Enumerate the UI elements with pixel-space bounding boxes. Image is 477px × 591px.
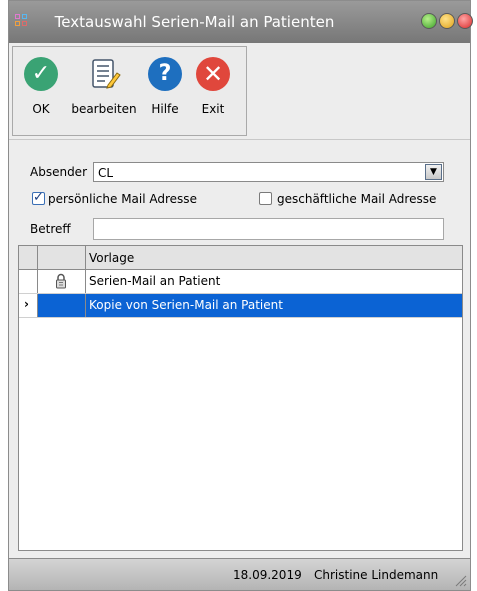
status-bar: 18.09.2019 Christine Lindemann (9, 558, 470, 590)
toolbar-separator (9, 139, 470, 140)
checkmark-icon: ✓ (24, 57, 58, 91)
row-template-name: Serien-Mail an Patient (89, 274, 221, 288)
help-label: Hilfe (151, 102, 179, 116)
business-mail-checkbox[interactable] (259, 192, 272, 205)
table-row[interactable]: › Kopie von Serien-Mail an Patient (19, 294, 462, 318)
edit-document-icon (87, 57, 121, 91)
dialog-window: Textauswahl Serien-Mail an Patienten ✓ O… (8, 0, 473, 591)
status-user: Christine Lindemann (314, 568, 439, 582)
help-button[interactable]: ? Hilfe (143, 47, 187, 135)
business-mail-label[interactable]: geschäftliche Mail Adresse (277, 192, 436, 206)
toolbar: ✓ OK bearbeiten ? Hilfe ✕ Exit (12, 46, 247, 136)
subject-input[interactable] (93, 218, 444, 240)
window-title: Textauswahl Serien-Mail an Patienten (54, 13, 335, 31)
exit-button[interactable]: ✕ Exit (191, 47, 235, 135)
sender-select[interactable]: CL ▼ (93, 162, 444, 182)
resize-grip-icon[interactable] (453, 573, 467, 587)
maximize-button[interactable] (421, 13, 437, 29)
status-date: 18.09.2019 (233, 568, 302, 582)
table-header: Vorlage (19, 246, 462, 270)
close-button[interactable] (457, 13, 473, 29)
question-icon: ? (148, 57, 182, 91)
exit-label: Exit (201, 102, 225, 116)
row-indicator-icon: › (24, 297, 29, 311)
personal-mail-label[interactable]: persönliche Mail Adresse (48, 192, 197, 206)
sender-label: Absender (30, 165, 87, 179)
chevron-down-icon[interactable]: ▼ (425, 164, 442, 180)
edit-label: bearbeiten (71, 102, 137, 116)
row-template-name: Kopie von Serien-Mail an Patient (89, 298, 283, 312)
template-table[interactable]: Vorlage Serien-Mail an Patient › Kopie v… (18, 245, 463, 551)
lock-icon (55, 273, 67, 292)
edit-button[interactable]: bearbeiten (69, 47, 139, 135)
subject-label: Betreff (30, 222, 71, 236)
table-row[interactable]: Serien-Mail an Patient (19, 270, 462, 294)
column-header-template[interactable]: Vorlage (89, 251, 134, 265)
ok-button[interactable]: ✓ OK (17, 47, 65, 135)
sender-value: CL (98, 166, 114, 180)
personal-mail-checkbox[interactable] (32, 190, 45, 205)
minimize-button[interactable] (439, 13, 455, 29)
ok-label: OK (32, 102, 50, 116)
title-bar[interactable]: Textauswahl Serien-Mail an Patienten (9, 1, 473, 43)
close-icon: ✕ (196, 57, 230, 91)
